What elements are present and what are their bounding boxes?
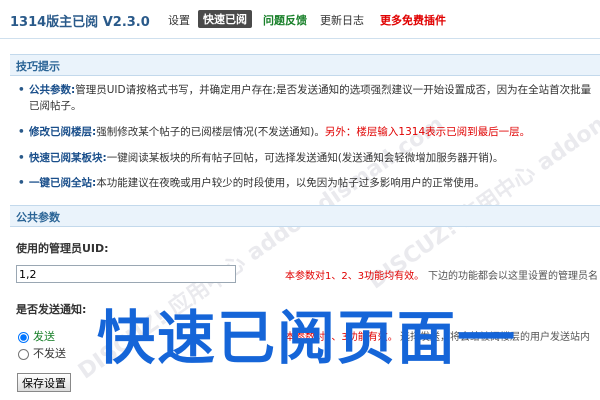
bullet-icon: • xyxy=(18,177,25,189)
nav-feedback[interactable]: 问题反馈 xyxy=(263,12,307,28)
notify-radio-send[interactable] xyxy=(18,331,29,343)
tip-item: • 快速已阅某板块:一键阅读某板块的所有帖子回帖，可选择发送通知(发送通知会轻微… xyxy=(18,150,598,166)
tip-warning: 另外：楼层输入1314表示已阅到最后一层。 xyxy=(324,126,531,138)
nav-settings[interactable]: 设置 xyxy=(168,12,190,28)
tip-text: 一键阅读某板块的所有帖子回帖，可选择发送通知(发送通知会轻微增加服务器开销)。 xyxy=(106,152,504,164)
notify-option-nosend[interactable]: 不发送 xyxy=(18,345,66,361)
app-title: 1314版主已阅 V2.3.0 xyxy=(10,15,150,30)
notify-option-label: 发送 xyxy=(33,330,55,343)
tip-text: 强制修改某个帖子的已阅楼层情况(不发送通知)。 xyxy=(96,126,325,138)
uid-hint-red: 本参数对1、2、3功能均有效。 xyxy=(285,271,425,282)
tip-term: 快速已阅某板块: xyxy=(29,152,107,164)
bullet-icon: • xyxy=(18,126,25,138)
common-params-label: 公共参数 xyxy=(16,211,60,224)
tips-header-label: 技巧提示 xyxy=(16,60,60,73)
uid-input[interactable] xyxy=(16,265,236,283)
uid-label: 使用的管理员UID: xyxy=(16,242,109,255)
tip-term: 公共参数: xyxy=(29,84,76,96)
notify-radio-nosend[interactable] xyxy=(18,348,29,360)
top-navigation: 1314版主已阅 V2.3.0 设置 快速已阅 问题反馈 更新日志 更多免费插件 xyxy=(0,0,600,39)
bullet-icon: • xyxy=(18,152,25,164)
notify-option-send[interactable]: 发送 xyxy=(18,328,55,344)
bullet-icon: • xyxy=(18,84,25,96)
tip-term: 修改已阅楼层: xyxy=(29,126,97,138)
tip-text: 管理员UID请按格式书写，并确定用户存在;是否发送通知的选项强烈建议一开始设置成… xyxy=(29,84,592,112)
nav-more-plugins[interactable]: 更多免费插件 xyxy=(380,12,446,28)
overlay-caption: 快速已阅页面一 xyxy=(97,304,518,372)
common-params-header: 公共参数 xyxy=(10,205,600,227)
notify-option-label: 不发送 xyxy=(33,347,66,360)
tip-item: • 修改已阅楼层:强制修改某个帖子的已阅楼层情况(不发送通知)。另外：楼层输入1… xyxy=(18,124,598,140)
save-settings-button[interactable]: 保存设置 xyxy=(17,373,71,392)
tips-header: 技巧提示 xyxy=(10,54,600,76)
nav-quick-read[interactable]: 快速已阅 xyxy=(198,10,252,28)
tip-item: • 公共参数:管理员UID请按格式书写，并确定用户存在;是否发送通知的选项强烈建… xyxy=(18,82,598,114)
tip-item: • 一键已阅全站:本功能建议在夜晚或用户较少的时段使用，以免因为帖子过多影响用户… xyxy=(18,175,598,191)
tip-text: 本功能建议在夜晚或用户较少的时段使用，以免因为帖子过多影响用户的正常使用。 xyxy=(96,177,485,189)
uid-hint-grey: 下边的功能都会以这里设置的管理员名 xyxy=(428,271,598,282)
nav-changelog[interactable]: 更新日志 xyxy=(320,12,364,28)
tip-term: 一键已阅全站: xyxy=(29,177,97,189)
notify-label: 是否发送通知: xyxy=(16,303,87,316)
